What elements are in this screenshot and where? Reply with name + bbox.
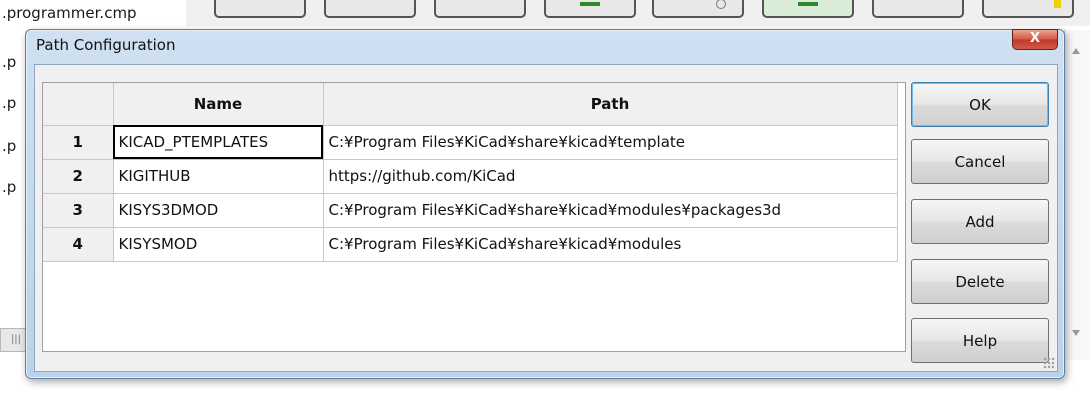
path-configuration-dialog: Path Configuration X Name Path 1 KICAD_P… — [25, 29, 1065, 379]
toolbar — [186, 0, 1090, 26]
table-row: 3 KISYS3DMOD C:¥Program Files¥KiCad¥shar… — [43, 193, 898, 228]
help-button[interactable]: Help — [911, 318, 1049, 363]
close-button[interactable]: X — [1012, 29, 1058, 50]
add-button[interactable]: Add — [911, 199, 1049, 244]
name-cell[interactable]: KICAD_PTEMPLATES — [113, 125, 324, 160]
toolbar-button[interactable] — [762, 0, 854, 18]
vertical-scrollbar[interactable] — [1064, 30, 1090, 360]
path-cell[interactable]: C:¥Program Files¥KiCad¥share¥kicad¥templ… — [323, 125, 898, 160]
scroll-up-icon[interactable] — [1072, 48, 1080, 54]
ok-button[interactable]: OK — [911, 82, 1049, 127]
dialog-title: Path Configuration — [36, 36, 176, 54]
table-row: 4 KISYSMOD C:¥Program Files¥KiCad¥share¥… — [43, 227, 898, 262]
grid-corner[interactable] — [43, 83, 114, 126]
row-header[interactable]: 1 — [43, 125, 114, 160]
row-header[interactable]: 3 — [43, 193, 114, 228]
toolbar-button[interactable] — [544, 0, 636, 18]
column-header-name[interactable]: Name — [113, 83, 324, 126]
row-header[interactable]: 4 — [43, 227, 114, 262]
status-area — [0, 378, 1090, 401]
column-header-path[interactable]: Path — [323, 83, 898, 126]
delete-button[interactable]: Delete — [911, 259, 1049, 304]
name-cell[interactable]: KIGITHUB — [113, 159, 324, 194]
close-icon: X — [1029, 31, 1041, 46]
chip-icon — [580, 2, 600, 6]
resize-grip-icon[interactable] — [1043, 357, 1055, 369]
file-tree-item[interactable]: .p — [2, 94, 16, 112]
probe-icon — [716, 0, 726, 9]
path-cell[interactable]: C:¥Program Files¥KiCad¥share¥kicad¥modul… — [323, 193, 898, 228]
name-cell[interactable]: KISYS3DMOD — [113, 193, 324, 228]
path-cell[interactable]: https://github.com/KiCad — [323, 159, 898, 194]
toolbar-button[interactable] — [324, 0, 416, 18]
pcb-icon — [798, 2, 818, 6]
toolbar-button[interactable] — [214, 0, 306, 18]
toolbar-button[interactable] — [652, 0, 744, 18]
row-header[interactable]: 2 — [43, 159, 114, 194]
toolbar-button[interactable] — [872, 0, 964, 18]
dialog-client-area: Name Path 1 KICAD_PTEMPLATES C:¥Program … — [34, 64, 1058, 372]
flag-icon — [1054, 0, 1061, 8]
file-tree-item[interactable]: .p — [2, 137, 16, 155]
file-tree-item[interactable]: .p — [2, 178, 16, 196]
path-cell[interactable]: C:¥Program Files¥KiCad¥share¥kicad¥modul… — [323, 227, 898, 262]
file-tree-item[interactable]: .programmer.cmp — [2, 4, 137, 22]
scroll-down-icon[interactable] — [1072, 330, 1080, 336]
file-tree-item[interactable]: .p — [2, 53, 16, 71]
cancel-button[interactable]: Cancel — [911, 139, 1049, 184]
name-cell[interactable]: KISYSMOD — [113, 227, 324, 262]
table-row: 1 KICAD_PTEMPLATES C:¥Program Files¥KiCa… — [43, 125, 898, 160]
grid-header-row: Name Path — [43, 83, 898, 126]
table-row: 2 KIGITHUB https://github.com/KiCad — [43, 159, 898, 194]
toolbar-button[interactable] — [434, 0, 526, 18]
path-grid: Name Path 1 KICAD_PTEMPLATES C:¥Program … — [42, 82, 906, 352]
